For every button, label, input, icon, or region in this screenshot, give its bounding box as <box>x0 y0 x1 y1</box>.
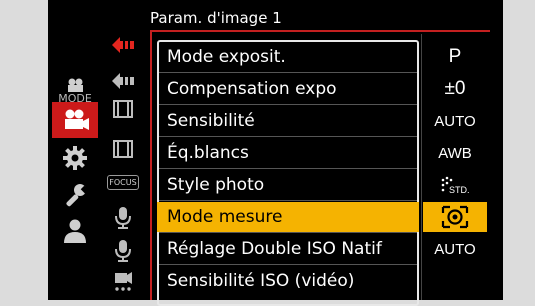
submenu-focus[interactable]: FOCUS <box>104 167 142 197</box>
submenu-audio-1[interactable] <box>104 203 142 233</box>
tab-mode[interactable]: MODE <box>52 68 98 106</box>
video-icon <box>65 109 89 130</box>
menu-item-dual-native-iso[interactable]: Réglage Double ISO Natif <box>157 234 419 264</box>
submenu-audio-2[interactable] <box>104 236 142 266</box>
menu-value-exposure-mode: P <box>448 46 462 67</box>
photo-style-std-icon: STD. <box>441 176 470 195</box>
wrench-icon <box>66 184 88 207</box>
menu-item-photo-style[interactable]: Style photo <box>157 170 419 200</box>
menu-item-white-balance[interactable]: Éq.blancs <box>157 138 419 168</box>
menu-item-iso-video[interactable]: Sensibilité ISO (vidéo) <box>157 266 419 296</box>
menu-item-label: Réglage Double ISO Natif <box>167 239 382 259</box>
page-title: Param. d'image 1 <box>150 9 282 27</box>
frame-top <box>150 30 490 32</box>
menu-value-white-balance: AWB <box>438 144 472 162</box>
menu-value-photo-style: STD. <box>423 170 487 200</box>
tab-video[interactable] <box>52 102 98 138</box>
menu-value-sensitivity: AUTO <box>434 112 476 130</box>
image-settings-icon <box>112 37 134 53</box>
row-divider <box>159 72 417 73</box>
menu-item-label: Sensibilité ISO (vidéo) <box>167 271 355 291</box>
submenu-image-settings-1[interactable] <box>104 30 142 60</box>
menu-value-iso-video <box>423 266 487 296</box>
tab-custom[interactable] <box>52 139 98 177</box>
submenu-image-settings-2[interactable] <box>104 66 142 96</box>
frame-left <box>150 30 152 300</box>
tab-my-menu[interactable] <box>52 212 98 250</box>
microphone-icon <box>115 207 131 229</box>
row-divider <box>159 232 417 233</box>
metering-icon <box>441 205 469 229</box>
output-icon <box>115 272 132 291</box>
row-divider <box>159 200 417 201</box>
row-divider <box>159 136 417 137</box>
row-divider <box>159 264 417 265</box>
row-divider <box>159 104 417 105</box>
menu-item-label: Sensibilité <box>167 111 255 131</box>
film-frame-icon <box>113 100 133 118</box>
menu-value-exposure-comp: ±0 <box>444 78 466 99</box>
submenu-film-1[interactable] <box>104 94 142 124</box>
menu-item-label: Compensation expo <box>167 79 337 99</box>
film-frame-icon-2 <box>113 140 133 158</box>
value-column-divider <box>421 34 422 300</box>
menu-value-metering-mode <box>423 202 487 232</box>
menu-item-label: Mode exposit. <box>167 47 286 67</box>
menu-item-sensitivity[interactable]: Sensibilité <box>157 106 419 136</box>
submenu-film-2[interactable] <box>104 134 142 164</box>
row-divider <box>159 168 417 169</box>
menu-value-dual-native-iso: AUTO <box>434 240 476 258</box>
photo-style-value: STD. <box>449 185 470 195</box>
submenu-output[interactable] <box>104 268 142 298</box>
menu-item-exposure-mode[interactable]: Mode exposit. <box>157 42 419 72</box>
gear-icon <box>63 146 87 170</box>
menu-item-label: Mode mesure <box>167 207 283 227</box>
menu-item-exposure-comp[interactable]: Compensation expo <box>157 74 419 104</box>
menu-item-label: Éq.blancs <box>167 143 249 163</box>
menu-item-label: Style photo <box>167 175 265 195</box>
focus-icon: FOCUS <box>107 174 139 190</box>
image-settings-icon-2 <box>112 73 134 89</box>
tab-setup[interactable] <box>52 176 98 214</box>
person-icon <box>64 219 86 243</box>
menu-item-metering-mode[interactable]: Mode mesure <box>157 202 419 232</box>
microphone-icon-2 <box>115 240 131 262</box>
